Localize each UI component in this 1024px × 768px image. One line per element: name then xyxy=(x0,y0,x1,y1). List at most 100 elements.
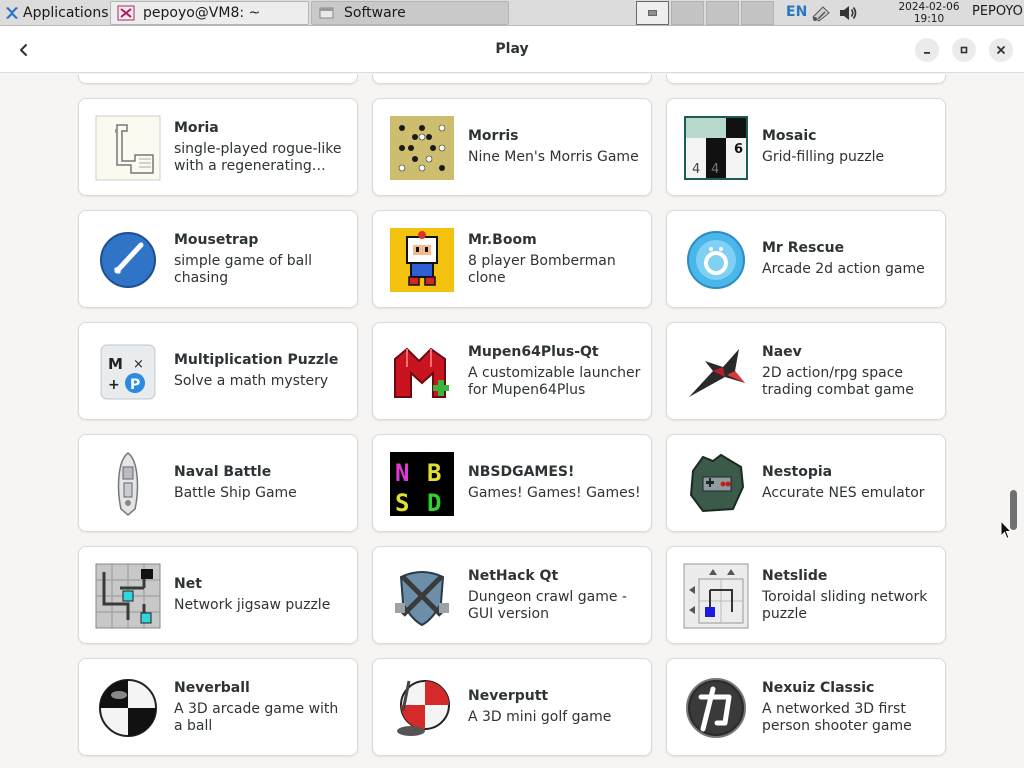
app-name: Mosaic xyxy=(762,128,817,144)
app-name: Morris xyxy=(468,128,519,144)
app-card-mr-rescue[interactable]: Mr Rescue Arcade 2d action game xyxy=(666,210,946,308)
app-card-partial[interactable] xyxy=(78,74,358,84)
clock[interactable]: 2024-02-06 19:10 xyxy=(892,0,966,25)
svg-text:+: + xyxy=(108,377,120,393)
mouse-cursor-icon xyxy=(1000,520,1012,540)
app-card-neverputt[interactable]: Neverputt A 3D mini golf game xyxy=(372,658,652,756)
minimize-button[interactable] xyxy=(915,38,939,62)
app-description: simple game of ball chasing xyxy=(174,252,313,286)
app-card-naev[interactable]: Naev 2D action/rpg space trading combat … xyxy=(666,322,946,420)
app-card-mrboom[interactable]: Mr.Boom 8 player Bomberman clone xyxy=(372,210,652,308)
svg-text:B: B xyxy=(427,459,441,487)
taskbar-button-terminal[interactable]: pepoyo@VM8: ~ xyxy=(110,1,309,25)
app-name: NetHack Qt xyxy=(468,567,559,584)
moria-map-icon xyxy=(95,115,161,181)
app-name: Multiplication Puzzle xyxy=(174,352,339,368)
taskbar-label: pepoyo@VM8: ~ xyxy=(143,5,261,21)
app-name: Mr Rescue xyxy=(762,240,845,256)
close-button[interactable] xyxy=(989,38,1013,62)
app-card-neverball[interactable]: Neverball A 3D arcade game with a ball xyxy=(78,658,358,756)
app-description: Network jigsaw puzzle xyxy=(174,597,331,613)
app-name: Net xyxy=(174,576,202,592)
clock-time: 19:10 xyxy=(913,13,945,25)
volume-icon[interactable] xyxy=(838,4,858,22)
app-card-nbsdgames[interactable]: N B S D NBSDGAMES! Games! Games! Games! xyxy=(372,434,652,532)
app-grid: Moria single-played rogue-like with a re… xyxy=(0,74,1024,768)
naev-ship-icon xyxy=(683,339,749,405)
taskbar-label: Software xyxy=(344,5,406,21)
multiplication-puzzle-icon: M × + P xyxy=(95,339,161,405)
app-description: Arcade 2d action game xyxy=(762,261,925,277)
maximize-button[interactable] xyxy=(952,38,976,62)
svg-text:P: P xyxy=(130,377,140,393)
mupen64plus-icon xyxy=(389,339,455,405)
applications-menu-label: Applications xyxy=(23,5,108,21)
app-card-nethack-qt[interactable]: NetHack Qt Dungeon crawl game - GUI vers… xyxy=(372,546,652,644)
app-description: Games! Games! Games! xyxy=(468,485,641,501)
user-menu[interactable]: PEPOYO xyxy=(972,4,1023,19)
app-card-partial[interactable] xyxy=(666,74,946,84)
app-name: Neverputt xyxy=(468,688,549,704)
neverputt-icon xyxy=(389,675,455,741)
app-card-morris[interactable]: Morris Nine Men's Morris Game xyxy=(372,98,652,196)
taskbar-button-software[interactable]: Software xyxy=(311,1,509,25)
app-description: Accurate NES emulator xyxy=(762,485,925,501)
app-description: Solve a math mystery xyxy=(174,373,329,389)
scrollbar-track[interactable] xyxy=(1008,84,1018,768)
nestopia-icon xyxy=(683,451,749,517)
app-card-partial[interactable] xyxy=(372,74,652,84)
svg-text:S: S xyxy=(395,489,409,517)
app-description: Nine Men's Morris Game xyxy=(468,149,639,165)
back-button[interactable] xyxy=(10,36,38,64)
app-card-mupen64plus-qt[interactable]: Mupen64Plus-Qt A customizable launcher f… xyxy=(372,322,652,420)
keyboard-layout-indicator[interactable]: EN xyxy=(786,4,807,20)
app-name: Netslide xyxy=(762,567,828,584)
nethack-shield-icon xyxy=(389,563,455,629)
workspace-2[interactable] xyxy=(671,1,704,25)
svg-text:6: 6 xyxy=(734,142,743,157)
app-description: 8 player Bomberman clone xyxy=(468,252,616,286)
workspace-4[interactable] xyxy=(741,1,774,25)
app-description: A 3D mini golf game xyxy=(468,709,612,725)
svg-text:M: M xyxy=(108,355,123,373)
app-name: Mupen64Plus-Qt xyxy=(468,343,599,360)
mousetrap-icon xyxy=(95,227,161,293)
app-card-net[interactable]: Net Network jigsaw puzzle xyxy=(78,546,358,644)
workspace-1[interactable] xyxy=(636,1,669,25)
mosaic-grid-icon: 6 4 4 xyxy=(683,115,749,181)
maximize-icon xyxy=(960,46,968,54)
header-bar: Play xyxy=(0,26,1024,73)
app-description: Grid-filling puzzle xyxy=(762,149,885,165)
app-card-moria[interactable]: Moria single-played rogue-like with a re… xyxy=(78,98,358,196)
svg-text:D: D xyxy=(427,489,441,517)
app-card-netslide[interactable]: Netslide Toroidal sliding network puzzle xyxy=(666,546,946,644)
app-card-nexuiz-classic[interactable]: Nexuiz Classic A networked 3D first pers… xyxy=(666,658,946,756)
app-description: A customizable launcher for Mupen64Plus xyxy=(468,364,641,398)
workspace-switcher xyxy=(636,1,774,25)
minimize-icon xyxy=(924,52,930,54)
xfce-logo-icon xyxy=(6,7,18,19)
app-card-mosaic[interactable]: 6 4 4 Mosaic Grid-filling puzzle xyxy=(666,98,946,196)
app-name: Neverball xyxy=(174,679,250,696)
mrboom-icon xyxy=(389,227,455,293)
app-name: Mousetrap xyxy=(174,231,259,248)
app-name: Nexuiz Classic xyxy=(762,679,875,696)
net-puzzle-icon xyxy=(95,563,161,629)
neverball-icon xyxy=(95,675,161,741)
app-card-nestopia[interactable]: Nestopia Accurate NES emulator xyxy=(666,434,946,532)
network-icon[interactable] xyxy=(810,3,832,23)
workspace-3[interactable] xyxy=(706,1,739,25)
svg-text:4: 4 xyxy=(711,162,719,177)
app-description: single-played rogue-like with a regenera… xyxy=(174,140,342,174)
app-card-naval-battle[interactable]: Naval Battle Battle Ship Game xyxy=(78,434,358,532)
svg-text:×: × xyxy=(133,357,144,372)
app-name: Naev xyxy=(762,343,802,360)
top-panel: Applications pepoyo@VM8: ~ Software EN 2… xyxy=(0,0,1024,26)
app-description: A 3D arcade game with a ball xyxy=(174,700,339,734)
netslide-icon xyxy=(683,563,749,629)
app-name: Naval Battle xyxy=(174,464,272,480)
applications-menu[interactable]: Applications xyxy=(2,2,108,24)
app-card-mousetrap[interactable]: Mousetrap simple game of ball chasing xyxy=(78,210,358,308)
app-card-multiplication-puzzle[interactable]: M × + P Multiplication Puzzle Solve a ma… xyxy=(78,322,358,420)
terminal-icon xyxy=(117,5,135,21)
